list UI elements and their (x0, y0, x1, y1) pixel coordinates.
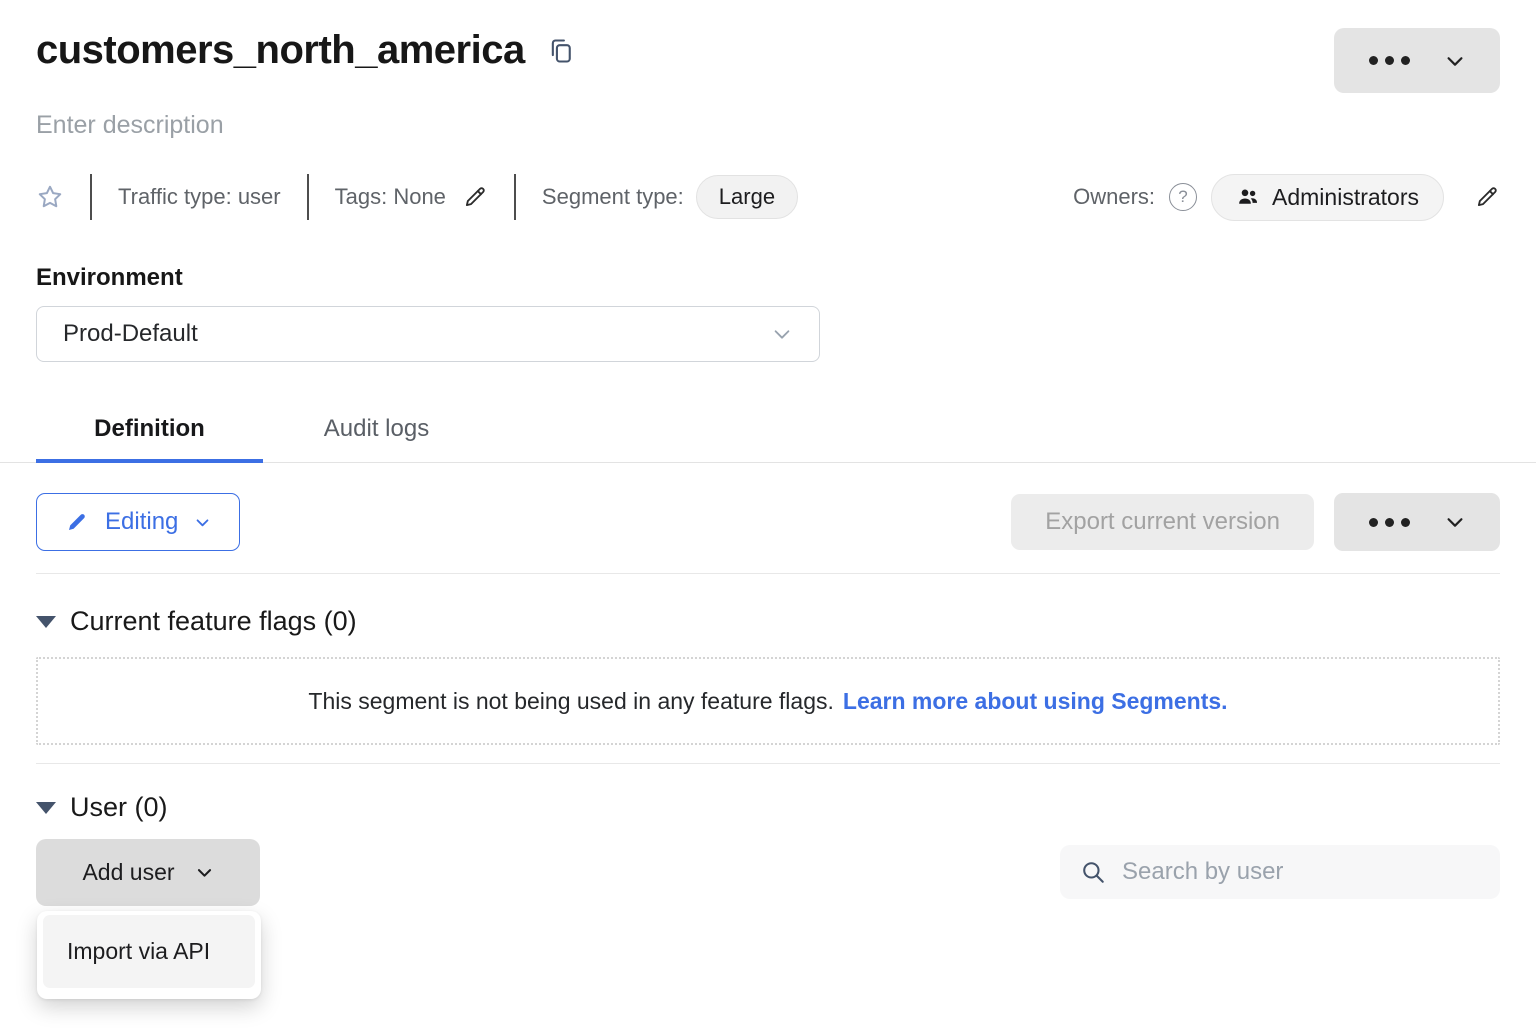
environment-label: Environment (36, 264, 1500, 292)
divider (36, 573, 1500, 574)
user-heading: User (0) (70, 792, 168, 823)
edit-owners-icon[interactable] (1474, 184, 1500, 210)
user-search (1060, 845, 1500, 899)
chevron-down-icon (195, 863, 214, 882)
owners-label: Owners: (1073, 184, 1155, 210)
description-placeholder[interactable]: Enter description (36, 111, 1500, 140)
add-user-label: Add user (82, 859, 174, 886)
collapse-triangle-icon (36, 802, 56, 814)
chevron-down-icon (1444, 511, 1466, 533)
search-icon (1080, 859, 1106, 885)
add-user-dropdown-menu: Import via API (37, 911, 261, 999)
environment-selected-value: Prod-Default (63, 320, 198, 348)
editing-label: Editing (105, 508, 178, 536)
add-user-button[interactable]: Add user (36, 839, 260, 906)
owners-value: Administrators (1272, 184, 1419, 211)
divider (36, 763, 1500, 764)
tab-bar: Definition Audit logs (0, 400, 1536, 463)
copy-icon[interactable] (547, 37, 575, 65)
header-overflow-menu-button[interactable] (1334, 28, 1500, 93)
divider (514, 174, 516, 220)
export-current-version-button[interactable]: Export current version (1011, 494, 1314, 550)
traffic-type-label: Traffic type: user (118, 184, 281, 210)
header: customers_north_america (36, 28, 1500, 93)
chevron-down-icon (194, 514, 211, 531)
tags-label: Tags: None (335, 184, 446, 210)
feature-flags-heading: Current feature flags (0) (70, 606, 357, 637)
page-title: customers_north_america (36, 28, 525, 73)
favorite-star-icon[interactable] (36, 183, 64, 211)
segment-type-badge: Large (696, 175, 798, 219)
edit-tags-icon[interactable] (462, 184, 488, 210)
tab-audit-logs[interactable]: Audit logs (263, 400, 490, 463)
segment-type-label: Segment type: (542, 184, 684, 210)
empty-state-text: This segment is not being used in any fe… (308, 688, 833, 715)
editing-status-button[interactable]: Editing (36, 493, 240, 551)
chevron-down-icon (771, 323, 793, 345)
chevron-down-icon (1444, 50, 1466, 72)
environment-select[interactable]: Prod-Default (36, 306, 820, 362)
segment-page: customers_north_america Enter descriptio… (0, 28, 1536, 906)
ellipsis-icon (1369, 56, 1410, 65)
owners-badge[interactable]: Administrators (1211, 174, 1444, 221)
help-icon[interactable]: ? (1169, 183, 1197, 211)
divider (90, 174, 92, 220)
owners-group: Owners: ? Administrators (1073, 174, 1500, 221)
learn-more-link[interactable]: Learn more about using Segments. (843, 688, 1228, 715)
divider (307, 174, 309, 220)
people-icon (1236, 185, 1260, 209)
definition-overflow-menu-button[interactable] (1334, 493, 1500, 551)
menu-item-import-via-api[interactable]: Import via API (43, 915, 255, 988)
tab-definition[interactable]: Definition (36, 400, 263, 463)
pencil-icon (65, 510, 89, 534)
ellipsis-icon (1369, 518, 1410, 527)
user-controls-row: Add user Import via API (36, 839, 1500, 906)
meta-row: Traffic type: user Tags: None Segment ty… (36, 172, 1500, 222)
feature-flags-empty-state: This segment is not being used in any fe… (36, 657, 1500, 745)
definition-toolbar: Editing Export current version (36, 493, 1500, 551)
user-section-header[interactable]: User (0) (36, 792, 1500, 823)
collapse-triangle-icon (36, 616, 56, 628)
feature-flags-section-header[interactable]: Current feature flags (0) (36, 606, 1500, 637)
search-by-user-input[interactable] (1120, 857, 1480, 887)
